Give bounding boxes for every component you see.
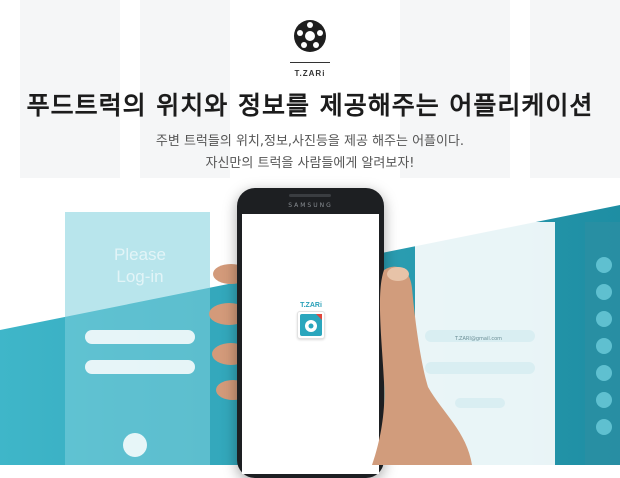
app-icon-button[interactable]: T.ZARi	[295, 302, 327, 339]
app-icon-tile	[297, 311, 325, 339]
logo-rule	[290, 62, 330, 63]
logo-text: T.ZARi	[294, 69, 326, 78]
page-headline: 푸드트럭의 위치와 정보를 제공해주는 어플리케이션	[26, 91, 594, 120]
phone-screen: T.ZARi	[242, 214, 379, 474]
subtitle-line-1: 주변 트럭들의 위치,정보,사진등을 제공 해주는 어플이다.	[155, 134, 465, 149]
phone-brand-label: SAMSUNG	[288, 202, 333, 209]
tzari-logo-icon	[294, 20, 326, 52]
brand-logo: T.ZARi	[287, 18, 333, 78]
bg-login-title: Please Log-in	[114, 245, 166, 286]
app-icon-label: T.ZARi	[300, 302, 322, 309]
hand-right-thumb	[372, 266, 472, 465]
tzari-app-icon	[300, 314, 322, 336]
smartphone: SAMSUNG T.ZARi	[237, 188, 384, 478]
phone-speaker	[289, 194, 331, 197]
subtitle-line-2: 자신만의 트럭을 사람들에게 알려보자!	[205, 156, 415, 171]
